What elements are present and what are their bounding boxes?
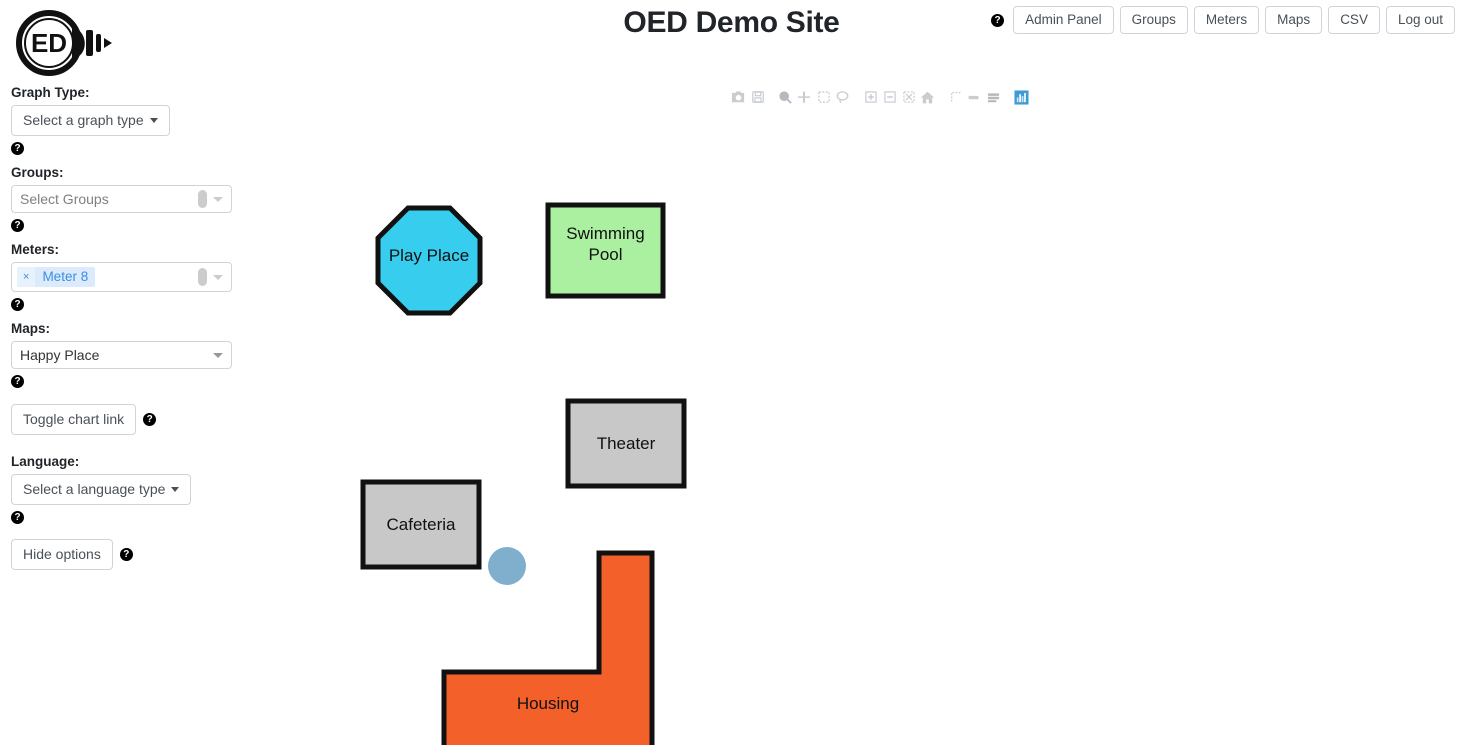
map-shape-housing[interactable] [441,550,655,745]
graph-type-label: Graph Type: [11,85,90,100]
plot-modebar [729,88,1031,106]
lasso-select-icon[interactable] [833,88,852,106]
map-shape-play-place[interactable] [375,205,483,316]
map-svg [360,202,687,745]
autoscale-icon[interactable] [899,88,918,106]
hover-compare-data-icon[interactable] [965,88,984,106]
map-shape-cafeteria[interactable] [360,479,482,570]
nav-groups-button[interactable]: Groups [1119,6,1188,34]
nav-log-out-button[interactable]: Log out [1385,6,1455,34]
download-plot-png-icon[interactable] [729,88,748,106]
help-circle-icon[interactable]: ? [991,13,1005,27]
pan-icon[interactable] [795,88,814,106]
nav-csv-button[interactable]: CSV [1328,6,1380,34]
zoom-out-icon[interactable] [880,88,899,106]
box-select-icon[interactable] [814,88,833,106]
map-shape-theater[interactable] [565,398,687,489]
page-root: ED OED Demo Site ? Admin Panel Groups Me… [0,0,1463,745]
nav-admin-panel-button[interactable]: Admin Panel [1013,6,1114,34]
zoom-icon[interactable] [776,88,795,106]
hover-closest-data-icon[interactable] [984,88,1003,106]
zoom-in-icon[interactable] [861,88,880,106]
meter-8-marker[interactable] [488,547,526,585]
map-shape-swimming-pool[interactable] [545,202,666,299]
toggle-spike-lines-icon[interactable] [946,88,965,106]
map-plot-area[interactable]: Play Place Swimming Pool Theater Cafeter… [0,115,1463,745]
nav-maps-button[interactable]: Maps [1265,6,1323,34]
edit-in-chart-studio-icon[interactable] [748,88,767,106]
nav-meters-button[interactable]: Meters [1193,6,1260,34]
reset-axes-home-icon[interactable] [918,88,937,106]
plotly-logo-icon[interactable] [1012,88,1031,106]
top-nav: ? Admin Panel Groups Meters Maps CSV Log… [991,6,1455,34]
